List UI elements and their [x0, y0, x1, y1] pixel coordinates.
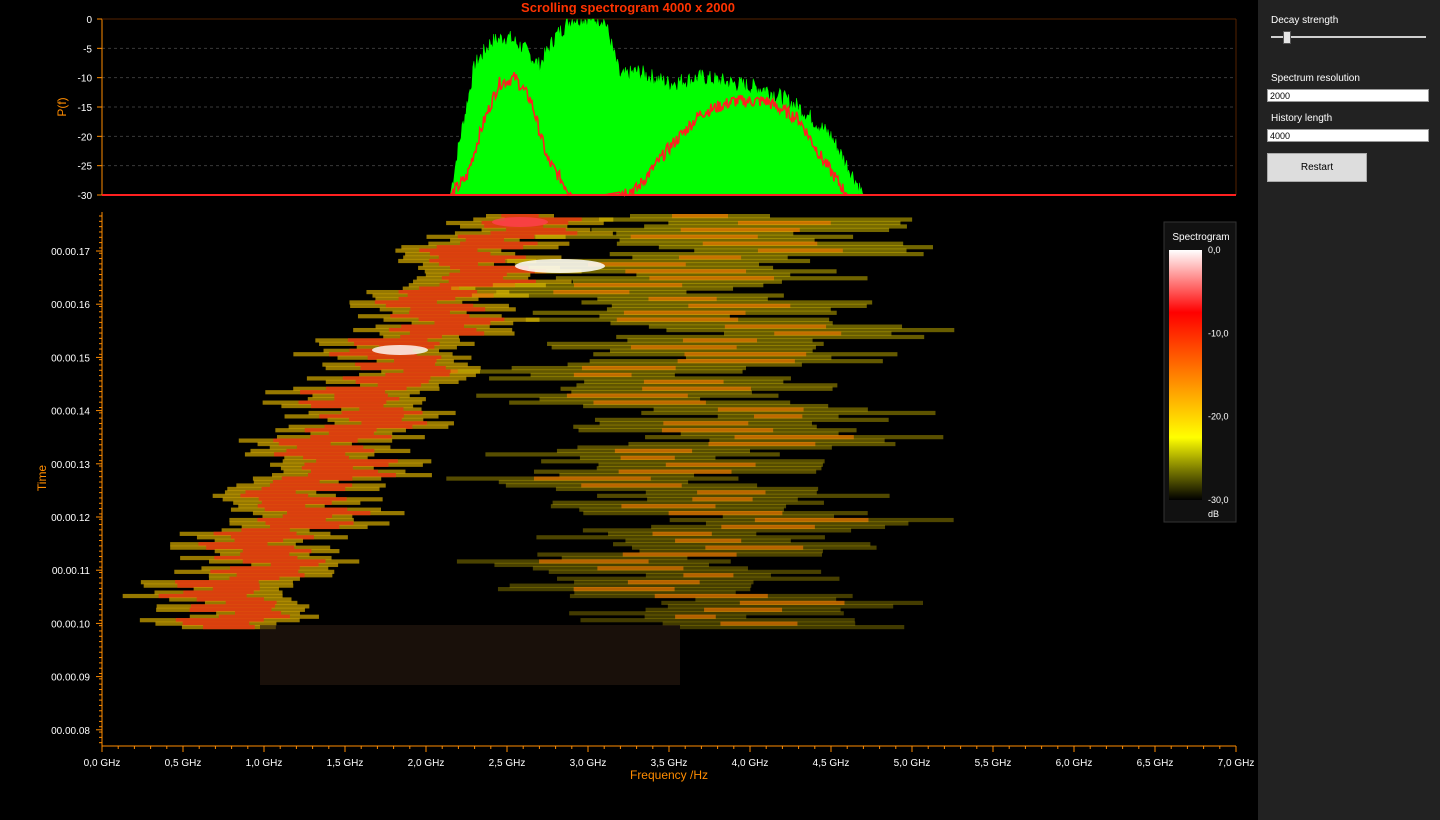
time-axis-label: Time [35, 465, 49, 492]
time-tick-label: 00.00.11 [52, 566, 91, 577]
frequency-tick-label: 4,0 GHz [732, 758, 769, 769]
time-tick-label: 00.00.12 [51, 513, 90, 524]
power-tick-label: -15 [78, 103, 93, 114]
power-tick-label: -30 [78, 191, 93, 202]
legend-title: Spectrogram [1172, 232, 1229, 243]
frequency-tick-label: 1,0 GHz [246, 758, 283, 769]
frequency-tick-label: 3,5 GHz [651, 758, 688, 769]
time-tick-label: 00.00.09 [51, 673, 90, 684]
frequency-axis-label: Frequency /Hz [630, 768, 708, 782]
heatmap-peak [372, 345, 428, 355]
chart-title: Scrolling spectrogram 4000 x 2000 [521, 0, 735, 15]
legend-tick-label: -30,0 [1208, 495, 1229, 505]
frequency-tick-label: 2,5 GHz [489, 758, 526, 769]
time-tick-label: 00.00.08 [51, 726, 90, 737]
heatmap-band [679, 625, 905, 630]
decay-strength-slider[interactable] [1271, 36, 1426, 38]
restart-button[interactable]: Restart [1267, 153, 1367, 182]
frequency-tick-label: 1,5 GHz [327, 758, 364, 769]
power-tick-label: -20 [78, 132, 93, 143]
frequency-tick-label: 5,5 GHz [975, 758, 1012, 769]
chart-area: Scrolling spectrogram 4000 x 2000 P(f) T… [0, 0, 1258, 820]
power-tick-label: 0 [86, 15, 92, 26]
frequency-tick-label: 2,0 GHz [408, 758, 445, 769]
heatmap-fade [260, 625, 680, 685]
frequency-tick-label: 0,5 GHz [165, 758, 202, 769]
time-tick-label: 00.00.10 [51, 619, 90, 630]
frequency-tick-label: 6,5 GHz [1137, 758, 1174, 769]
heatmap-peak [515, 259, 605, 273]
time-tick-label: 00.00.13 [51, 460, 90, 471]
decay-strength-label: Decay strength [1271, 15, 1339, 26]
legend-unit: dB [1208, 509, 1219, 519]
decay-spectrum-area [449, 18, 864, 196]
legend-tick-label: -10,0 [1208, 328, 1229, 338]
power-tick-label: -5 [83, 44, 92, 55]
heatmap-peak [492, 217, 548, 227]
history-length-input[interactable] [1267, 129, 1429, 142]
legend-tick-label: 0,0 [1208, 245, 1221, 255]
time-tick-label: 00.00.15 [51, 353, 90, 364]
spectrogram-heatmap [122, 214, 955, 685]
legend-colorbar [1169, 250, 1202, 500]
spectrogram-chart[interactable]: Scrolling spectrogram 4000 x 2000 P(f) T… [0, 0, 1258, 820]
settings-panel: Decay strength Spectrum resolution Histo… [1258, 0, 1440, 820]
history-length-label: History length [1271, 113, 1333, 124]
power-tick-label: -10 [78, 74, 93, 85]
frequency-tick-label: 5,0 GHz [894, 758, 931, 769]
decay-strength-slider-thumb[interactable] [1282, 31, 1291, 44]
frequency-tick-label: 7,0 GHz [1218, 758, 1255, 769]
frequency-tick-label: 4,5 GHz [813, 758, 850, 769]
time-tick-label: 00.00.17 [51, 247, 90, 258]
time-tick-label: 00.00.14 [51, 407, 90, 418]
spectrum-resolution-label: Spectrum resolution [1271, 73, 1360, 84]
time-tick-label: 00.00.16 [51, 300, 90, 311]
power-axis-label: P(f) [55, 97, 69, 116]
frequency-tick-label: 3,0 GHz [570, 758, 607, 769]
legend-tick-label: -20,0 [1208, 412, 1229, 422]
frequency-tick-label: 0,0 GHz [84, 758, 121, 769]
power-tick-label: -25 [78, 162, 93, 173]
spectrum-resolution-input[interactable] [1267, 89, 1429, 102]
frequency-tick-label: 6,0 GHz [1056, 758, 1093, 769]
heatmap-core [203, 625, 255, 630]
